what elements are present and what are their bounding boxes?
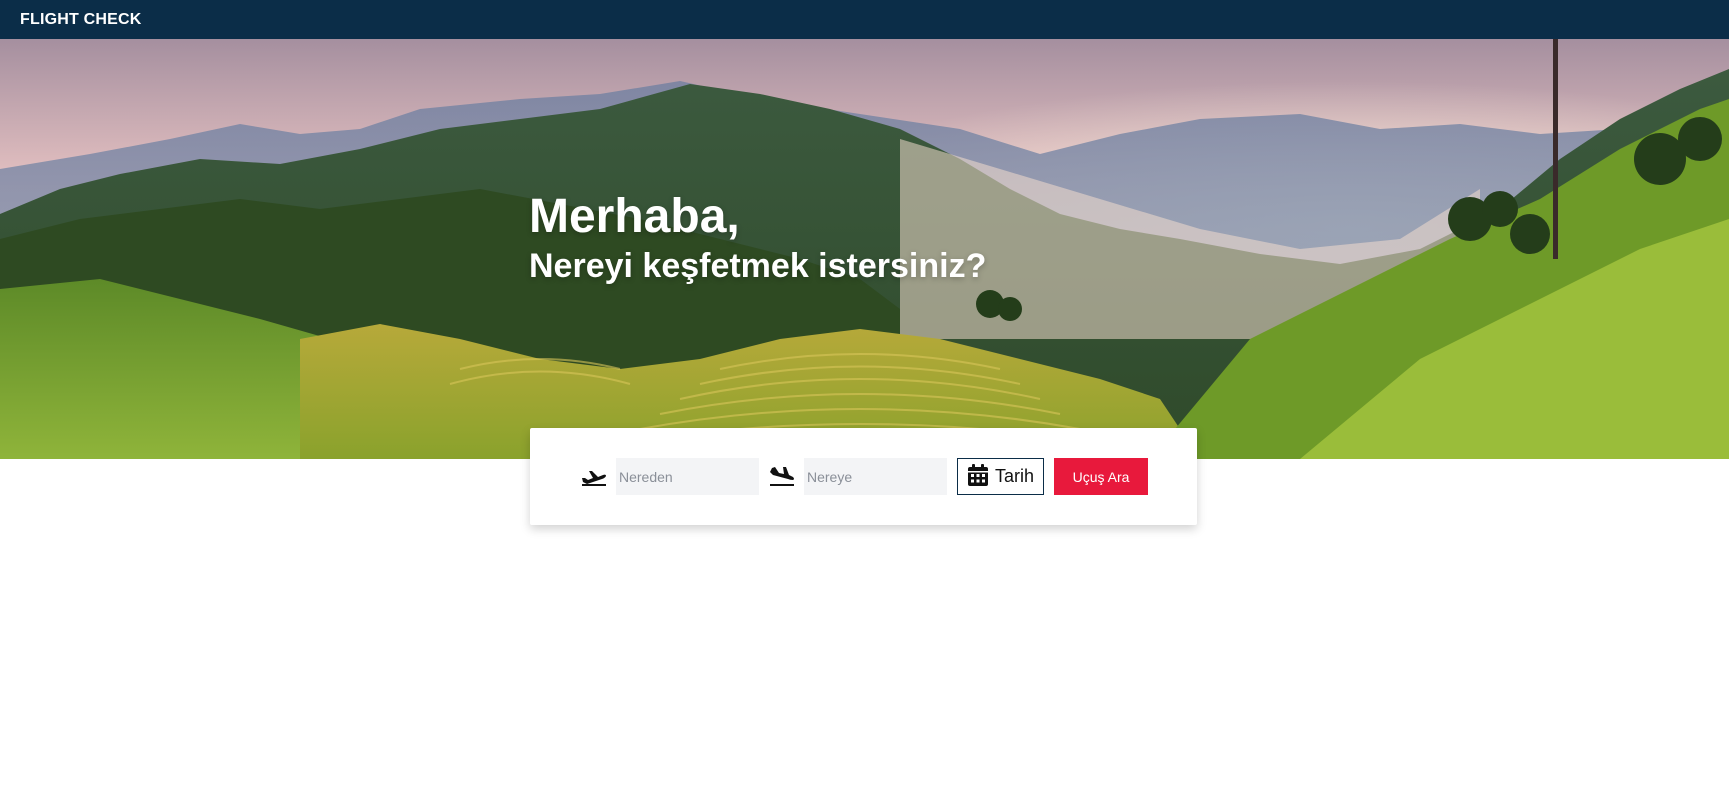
date-picker-button[interactable]: Tarih [957, 458, 1044, 495]
hero-text-block: Merhaba, Nereyi keşfetmek istersiniz? [529, 190, 987, 287]
origin-input[interactable] [616, 458, 759, 495]
plane-departure-icon [580, 464, 608, 488]
brand-logo-text[interactable]: FLIGHT CHECK [20, 11, 142, 29]
calendar-icon [967, 463, 989, 490]
search-flights-button[interactable]: Uçuş Ara [1054, 458, 1148, 495]
top-navbar: FLIGHT CHECK [0, 0, 1729, 39]
date-button-label: Tarih [994, 466, 1034, 486]
hero-banner: Merhaba, Nereyi keşfetmek istersiniz? [0, 39, 1729, 459]
hero-subtitle: Nereyi keşfetmek istersiniz? [529, 246, 987, 285]
hero-title: Merhaba, [529, 190, 740, 243]
plane-arrival-icon [768, 464, 796, 488]
destination-input[interactable] [804, 458, 947, 495]
flight-search-card: Tarih Uçuş Ara [530, 428, 1197, 525]
